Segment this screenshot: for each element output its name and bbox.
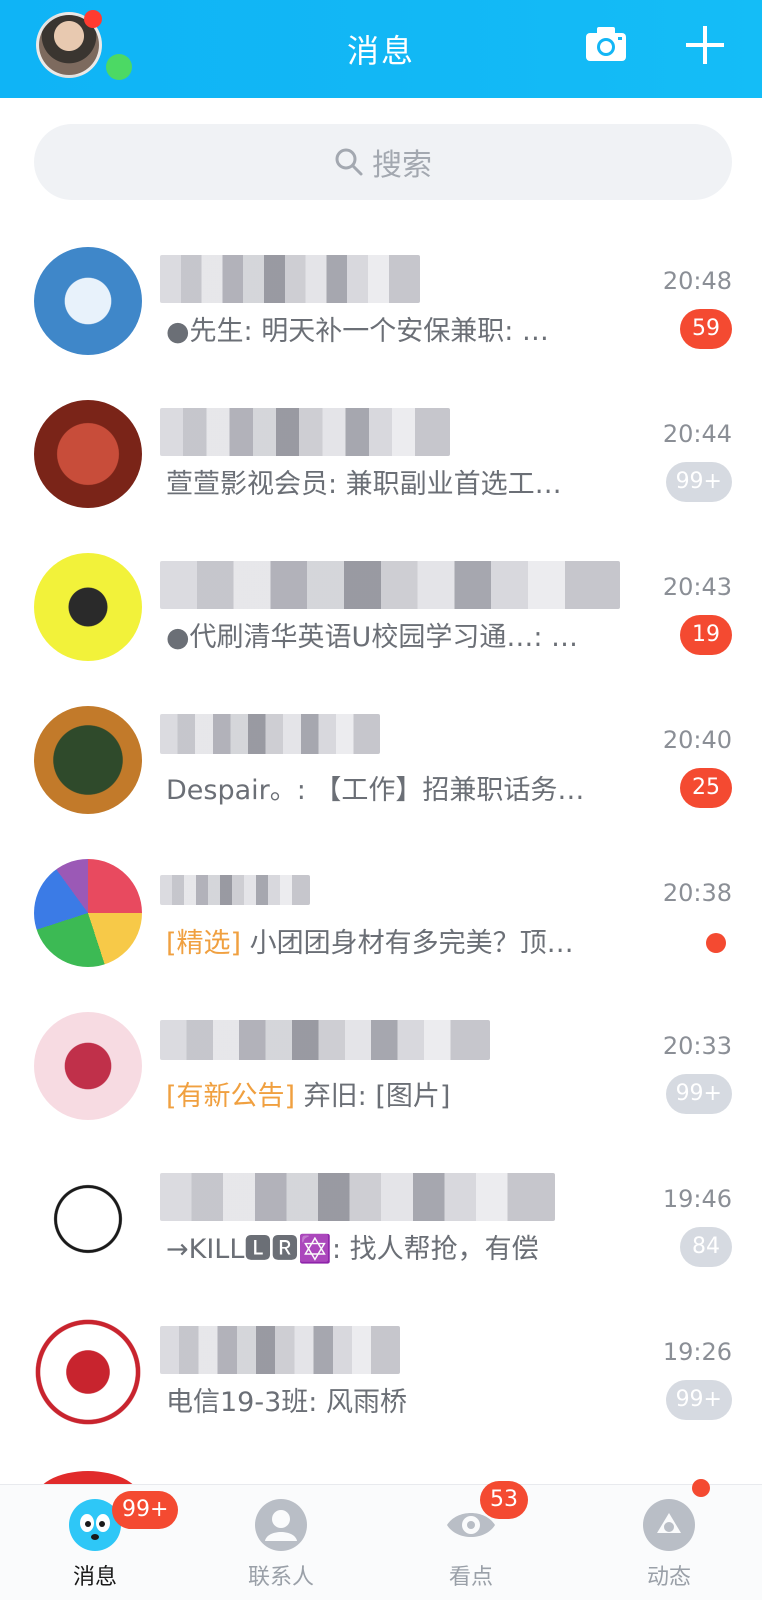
conversation-item[interactable]: [精选] 小团团身材有多完美？顶… 20:38 [0,837,762,990]
tab-moments[interactable]: 动态 [604,1497,734,1600]
conversation-name-blurred [160,1020,490,1060]
conversation-preview: →KILL🅻🆁✡️: 找人帮抢，有偿 [166,1234,539,1265]
conversation-time: 19:26 [662,1338,732,1366]
conversation-name-blurred [160,255,420,303]
conversation-preview: ●先生: 明天补一个安保兼职: … [166,316,549,347]
conversation-avatar [34,400,142,508]
conversation-item[interactable] [0,1449,762,1531]
conversation-preview: Despair。: 【工作】招兼职话务… [166,775,585,806]
tab-label: 看点 [448,1565,493,1590]
conversation-preview: [有新公告] 弃旧: [图片] [166,1081,451,1112]
moments-notification-dot [692,1479,710,1497]
conversation-item[interactable]: →KILL🅻🆁✡️: 找人帮抢，有偿 19:46 84 [0,1143,762,1296]
conversation-time: 20:38 [662,879,732,907]
conversation-item[interactable]: ●代刷清华英语U校园学习通…: … 20:43 19 [0,531,762,684]
page-title: 消息 [346,32,415,70]
search-icon [335,148,363,176]
search-bar[interactable]: 搜索 [34,124,732,200]
conversation-item[interactable]: Despair。: 【工作】招兼职话务… 20:40 25 [0,684,762,837]
tab-label: 动态 [646,1565,691,1590]
conversation-time: 20:44 [662,420,732,448]
conversation-avatar [34,1012,142,1120]
unread-badge: 84 [680,1227,732,1267]
conversation-name-blurred [160,714,380,754]
conversation-time: 20:40 [662,726,732,754]
bottom-tab-bar: 消息 99+ 联系人 看点 53 动态 [0,1479,762,1600]
search-placeholder: 搜索 [372,148,432,183]
unread-badge: 99+ [665,1074,732,1114]
unread-badge: 59 [680,309,732,349]
unread-badge: 25 [680,768,732,808]
conversation-avatar [34,1318,142,1426]
tab-contacts[interactable]: 联系人 [216,1497,346,1600]
camera-icon[interactable] [585,26,627,62]
conversation-preview: 萱萱影视会员: 兼职副业首选工… [166,469,562,500]
conversation-avatar [34,247,142,355]
unread-badge: 19 [680,615,732,655]
unread-badge: 99+ [665,462,732,502]
conversation-list: ●先生: 明天补一个安保兼职: … 20:48 59 萱萱影视会员: 兼职副业首… [0,225,762,1531]
conversation-time: 20:33 [662,1032,732,1060]
tab-label: 消息 [72,1565,117,1590]
moments-tab-icon [643,1499,695,1551]
conversation-preview: ●代刷清华英语U校园学习通…: … [166,622,578,653]
conversation-avatar [34,1165,142,1273]
conversation-item[interactable]: ●先生: 明天补一个安保兼职: … 20:48 59 [0,225,762,378]
top-bar: 消息 [0,0,762,98]
conversation-time: 19:46 [662,1185,732,1213]
conversation-name-blurred [160,875,310,905]
conversation-name-blurred [160,408,450,456]
conversation-item[interactable]: 萱萱影视会员: 兼职副业首选工… 20:44 99+ [0,378,762,531]
conversation-preview: 电信19-3班: 风雨桥 [166,1387,407,1418]
conversation-name-blurred [160,561,620,609]
tab-label: 联系人 [247,1565,314,1590]
unread-dot [706,933,726,953]
conversation-preview: [精选] 小团团身材有多完美？顶… [166,928,574,959]
conversation-item[interactable]: [有新公告] 弃旧: [图片] 20:33 99+ [0,990,762,1143]
unread-badge: 99+ [665,1380,732,1420]
conversation-avatar [34,706,142,814]
conversation-name-blurred [160,1173,555,1221]
contacts-tab-icon [255,1499,307,1551]
conversation-time: 20:48 [662,267,732,295]
plus-icon[interactable] [684,24,726,66]
messages-unread-badge: 99+ [112,1491,179,1529]
conversation-avatar [34,859,142,967]
conversation-name-blurred [160,1326,400,1374]
conversation-time: 20:43 [662,573,732,601]
conversation-avatar [34,553,142,661]
discover-unread-badge: 53 [480,1481,528,1519]
conversation-item[interactable]: 电信19-3班: 风雨桥 19:26 99+ [0,1296,762,1449]
